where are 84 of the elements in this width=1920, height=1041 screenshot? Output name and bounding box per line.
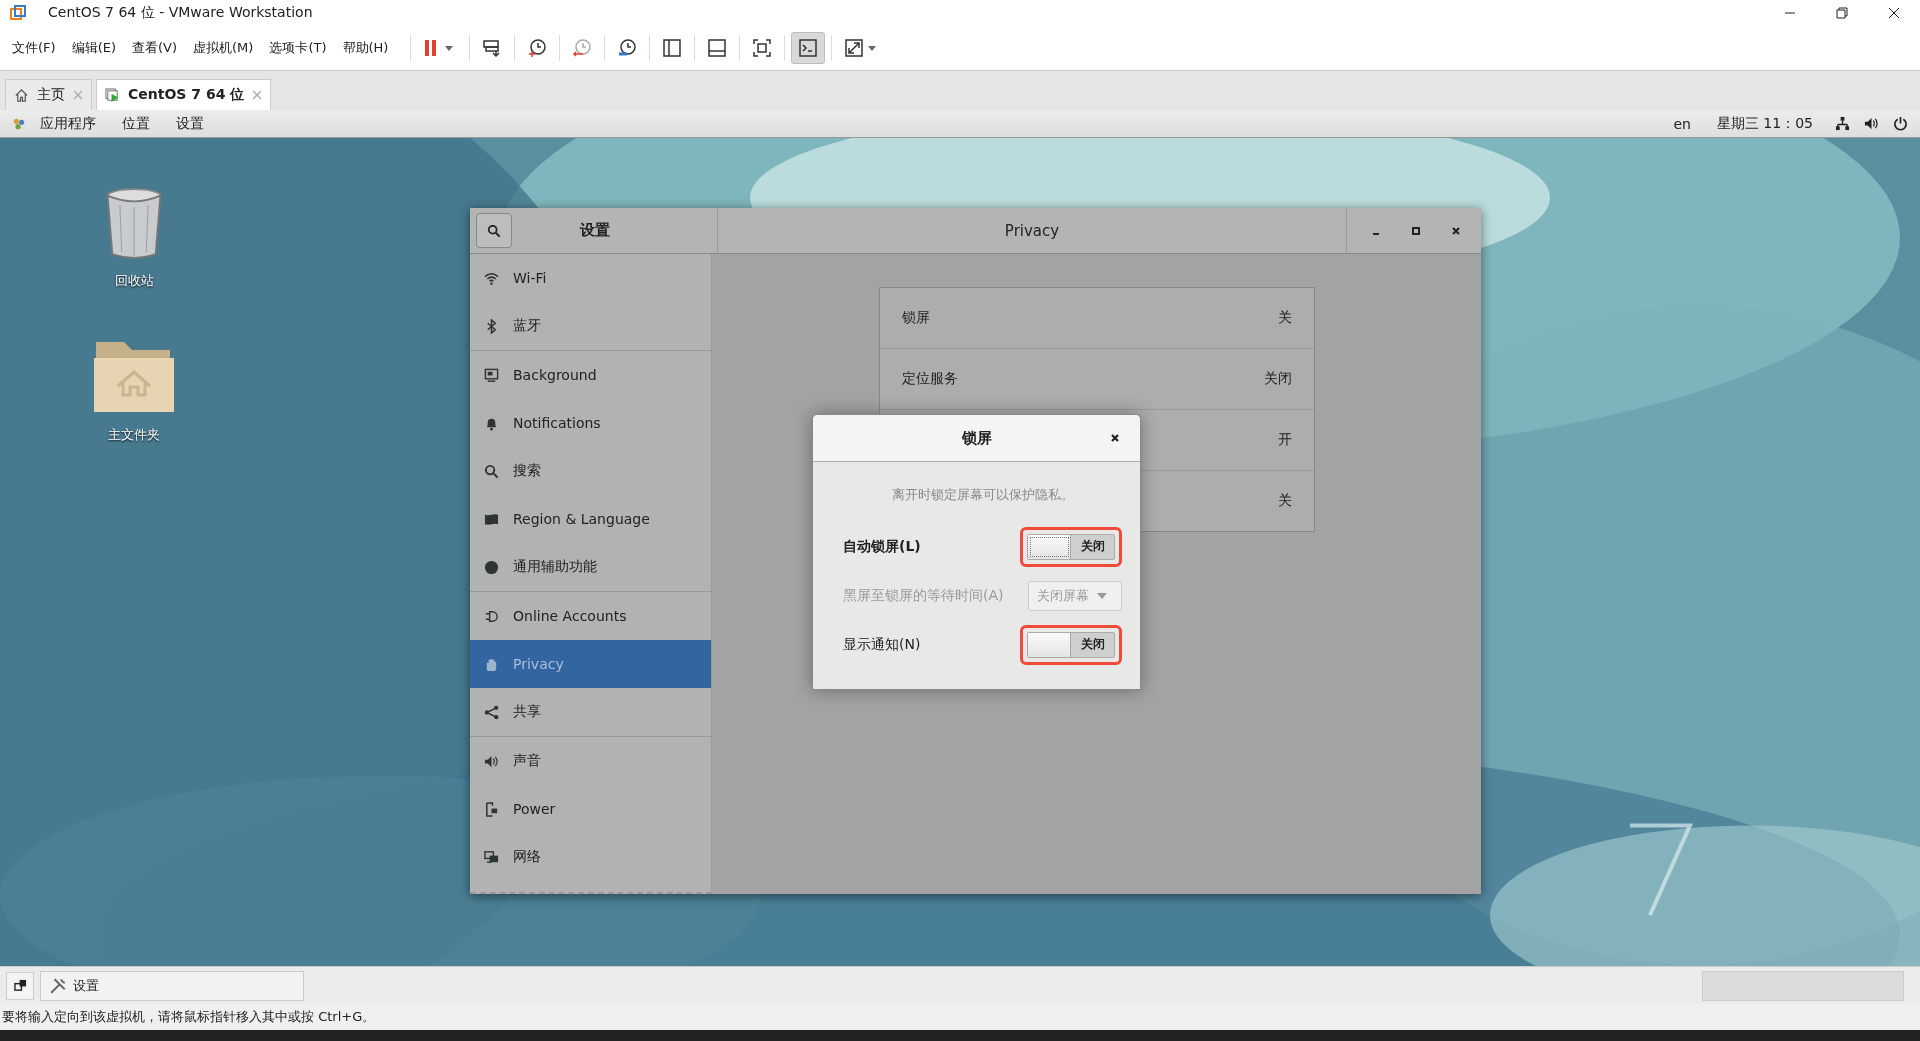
top-bar-menu[interactable]: 应用程序 [40, 114, 96, 133]
sidebar-item[interactable]: Wi-Fi [470, 254, 711, 302]
clock[interactable]: 星期三 11：05 [1716, 114, 1813, 133]
sidebar-layout-icon [662, 38, 683, 58]
menu-item[interactable]: 查看(V) [132, 39, 178, 57]
plug-icon [484, 608, 499, 624]
tab[interactable]: 主页 [5, 79, 92, 110]
menu-item[interactable]: 编辑(E) [71, 39, 116, 57]
sidebar-item[interactable]: Background [470, 351, 711, 399]
menu-item[interactable]: 帮助(H) [342, 39, 389, 57]
network-icon[interactable] [1835, 116, 1850, 131]
vm-play-icon [105, 87, 120, 103]
applications-icon [12, 116, 26, 131]
window-title: CentOS 7 64 位 - VMware Workstation [48, 4, 313, 22]
dialog-description: 离开时锁定屏幕可以保护隐私。 [890, 486, 1075, 504]
sidebar-item[interactable]: 搜索 [470, 447, 711, 495]
clock-icon [572, 38, 593, 58]
windows-icon [13, 979, 27, 992]
tab[interactable]: CentOS 7 64 位 [96, 79, 272, 110]
close-icon[interactable] [1451, 225, 1461, 236]
taskbar-item[interactable]: 设置 [40, 970, 304, 1001]
power-icon[interactable] [1893, 116, 1908, 131]
search-icon [484, 463, 499, 479]
setting-value[interactable]: 关 [1278, 309, 1292, 327]
bottom-panel-icon [707, 38, 728, 58]
volume-icon[interactable] [1864, 116, 1879, 131]
network-icon [484, 849, 499, 865]
home-icon [14, 87, 29, 103]
fullscreen-icon [752, 38, 773, 58]
bluetooth-icon [484, 318, 499, 334]
search-button[interactable] [476, 213, 512, 248]
option-label: 黑屏至锁屏的等待时间(A) [843, 586, 1004, 605]
setting-value[interactable]: 关闭 [1264, 370, 1292, 388]
option-label: 自动锁屏(L) [843, 537, 921, 556]
monitor-icon [484, 367, 499, 383]
search-icon [487, 223, 501, 238]
restore-icon[interactable] [1836, 7, 1848, 19]
setting-value[interactable]: 关 [1278, 492, 1292, 510]
menu-item[interactable]: 虚拟机(M) [193, 39, 254, 57]
sidebar-item[interactable]: Notifications [470, 399, 711, 447]
menu-item[interactable]: 选项卡(T) [269, 39, 327, 57]
option-label: 显示通知(N) [843, 635, 921, 654]
toggle-switch[interactable]: 关闭 [1027, 533, 1115, 560]
show-desktop-button[interactable] [6, 971, 34, 1000]
dialog-title: 锁屏 [961, 428, 992, 448]
desktop-icon-label[interactable]: 回收站 [114, 272, 154, 290]
top-bar-menu[interactable]: 设置 [176, 114, 204, 133]
settings-title: 设置 [578, 221, 611, 240]
share-icon [484, 704, 499, 720]
setting-label[interactable]: 定位服务 [902, 370, 958, 388]
desktop-icon-label[interactable]: 主文件夹 [108, 426, 160, 444]
wifi-icon [484, 270, 499, 286]
sidebar-item[interactable]: 声音 [470, 737, 711, 785]
vmware-logo-icon [10, 5, 26, 21]
sidebar-item[interactable]: 共享 [470, 688, 711, 736]
panel-title: Privacy [1003, 221, 1061, 240]
sidebar-item[interactable]: Power [470, 785, 711, 833]
language-indicator[interactable]: en [1673, 115, 1691, 132]
terminal-icon [798, 38, 819, 58]
keyboard-arrow-icon [482, 38, 503, 58]
hand-icon [484, 656, 499, 672]
close-icon[interactable] [1888, 7, 1900, 19]
sidebar-item[interactable]: Region & Language [470, 495, 711, 543]
sidebar-item[interactable]: Online Accounts [470, 592, 711, 640]
power-plug-icon [484, 801, 499, 817]
close-icon[interactable] [1110, 433, 1120, 443]
toolbar-button[interactable] [791, 32, 826, 64]
sidebar-item[interactable]: 通用辅助功能 [470, 543, 711, 591]
sidebar-item[interactable]: 网络 [470, 833, 711, 881]
status-message: 要将输入定向到该虚拟机，请将鼠标指针移入其中或按 Ctrl+G。 [2, 1008, 376, 1026]
caret-icon [1097, 592, 1107, 599]
tools-icon [49, 976, 67, 995]
toggle-switch[interactable]: 关闭 [1027, 631, 1115, 658]
menu-item[interactable]: 文件(F) [12, 39, 56, 57]
flag-icon [484, 511, 499, 527]
speaker-icon [484, 753, 499, 769]
maximize-icon[interactable] [1411, 225, 1421, 236]
clock-icon [527, 38, 548, 58]
setting-value[interactable]: 开 [1278, 431, 1292, 449]
sidebar-item[interactable]: 蓝牙 [470, 302, 711, 350]
clock-icon [617, 38, 638, 58]
stretch-icon [844, 38, 879, 58]
top-bar-menu[interactable]: 位置 [122, 114, 150, 133]
setting-label[interactable]: 锁屏 [902, 309, 930, 327]
